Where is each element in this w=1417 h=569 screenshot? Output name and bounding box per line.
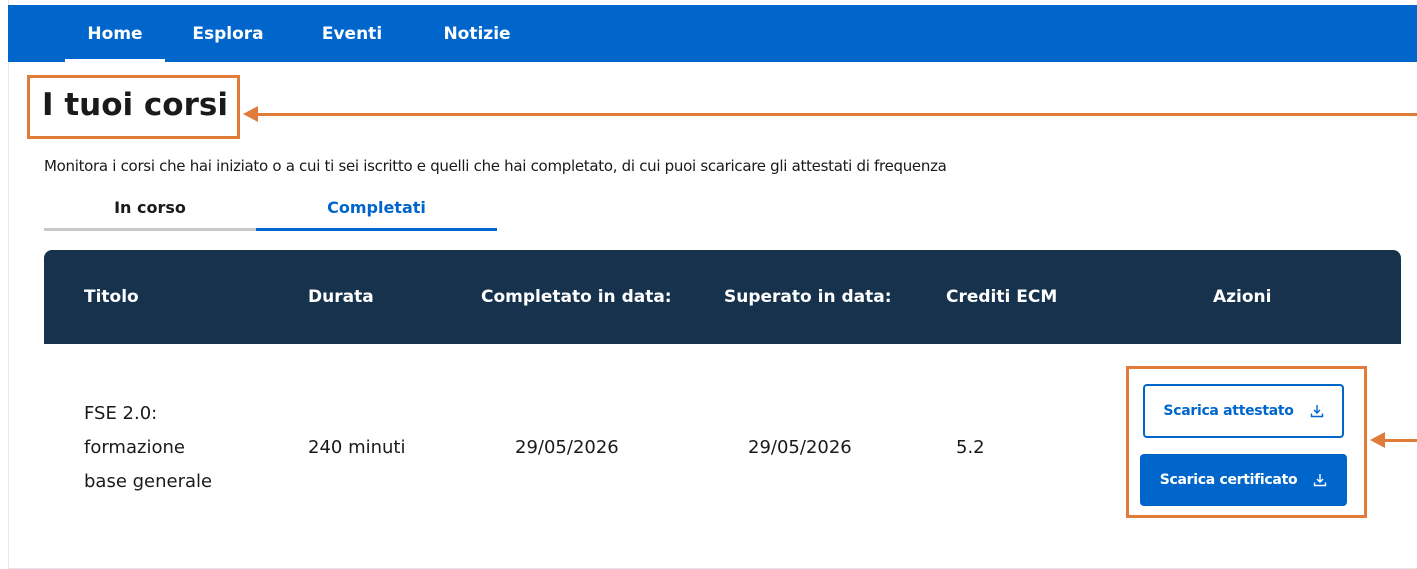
- download-icon: [1310, 405, 1323, 418]
- annotation-arrow-actions: [1382, 439, 1417, 442]
- course-title-cell: FSE 2.0: formazione base generale: [84, 397, 212, 499]
- nav-item-home[interactable]: Home: [65, 5, 165, 62]
- download-certificato-button[interactable]: Scarica certificato: [1140, 454, 1347, 506]
- course-title-line: FSE 2.0:: [84, 403, 158, 424]
- nav-item-notizie[interactable]: Notizie: [436, 5, 518, 62]
- column-header-superato: Superato in data:: [724, 287, 892, 307]
- button-label: Scarica certificato: [1159, 472, 1298, 488]
- course-completed-date: 29/05/2026: [515, 437, 619, 458]
- page-subtitle: Monitora i corsi che hai iniziato o a cu…: [44, 157, 947, 175]
- annotation-arrow-title: [255, 113, 1417, 116]
- course-tabs: In corso Completati: [44, 187, 497, 231]
- tab-in-corso[interactable]: In corso: [44, 187, 256, 231]
- table-header: Titolo Durata Completato in data: Supera…: [44, 250, 1401, 344]
- course-passed-date: 29/05/2026: [748, 437, 852, 458]
- column-header-completato: Completato in data:: [481, 287, 672, 307]
- nav-item-label: Eventi: [321, 23, 383, 44]
- column-header-durata: Durata: [308, 287, 374, 307]
- nav-item-eventi[interactable]: Eventi: [317, 5, 387, 62]
- course-ecm-credits: 5.2: [956, 437, 985, 458]
- button-label: Scarica attestato: [1163, 403, 1294, 419]
- download-attestato-button[interactable]: Scarica attestato: [1143, 384, 1344, 438]
- course-title-line: formazione: [84, 437, 185, 458]
- nav-item-esplora[interactable]: Esplora: [184, 5, 272, 62]
- top-navbar: Home Esplora Eventi Notizie: [8, 5, 1417, 62]
- tab-completati[interactable]: Completati: [256, 187, 497, 231]
- tab-label: In corso: [114, 198, 186, 217]
- nav-item-label: Home: [87, 23, 143, 44]
- nav-item-label: Notizie: [443, 23, 511, 44]
- column-header-titolo: Titolo: [84, 287, 139, 307]
- course-title-line: base generale: [84, 471, 213, 492]
- page-title: I tuoi corsi: [42, 87, 228, 123]
- tab-label: Completati: [327, 198, 426, 217]
- download-icon: [1314, 474, 1327, 487]
- column-header-crediti: Crediti ECM: [946, 287, 1058, 307]
- course-duration: 240 minuti: [308, 437, 406, 458]
- column-header-azioni: Azioni: [1213, 287, 1272, 307]
- nav-item-label: Esplora: [192, 23, 264, 44]
